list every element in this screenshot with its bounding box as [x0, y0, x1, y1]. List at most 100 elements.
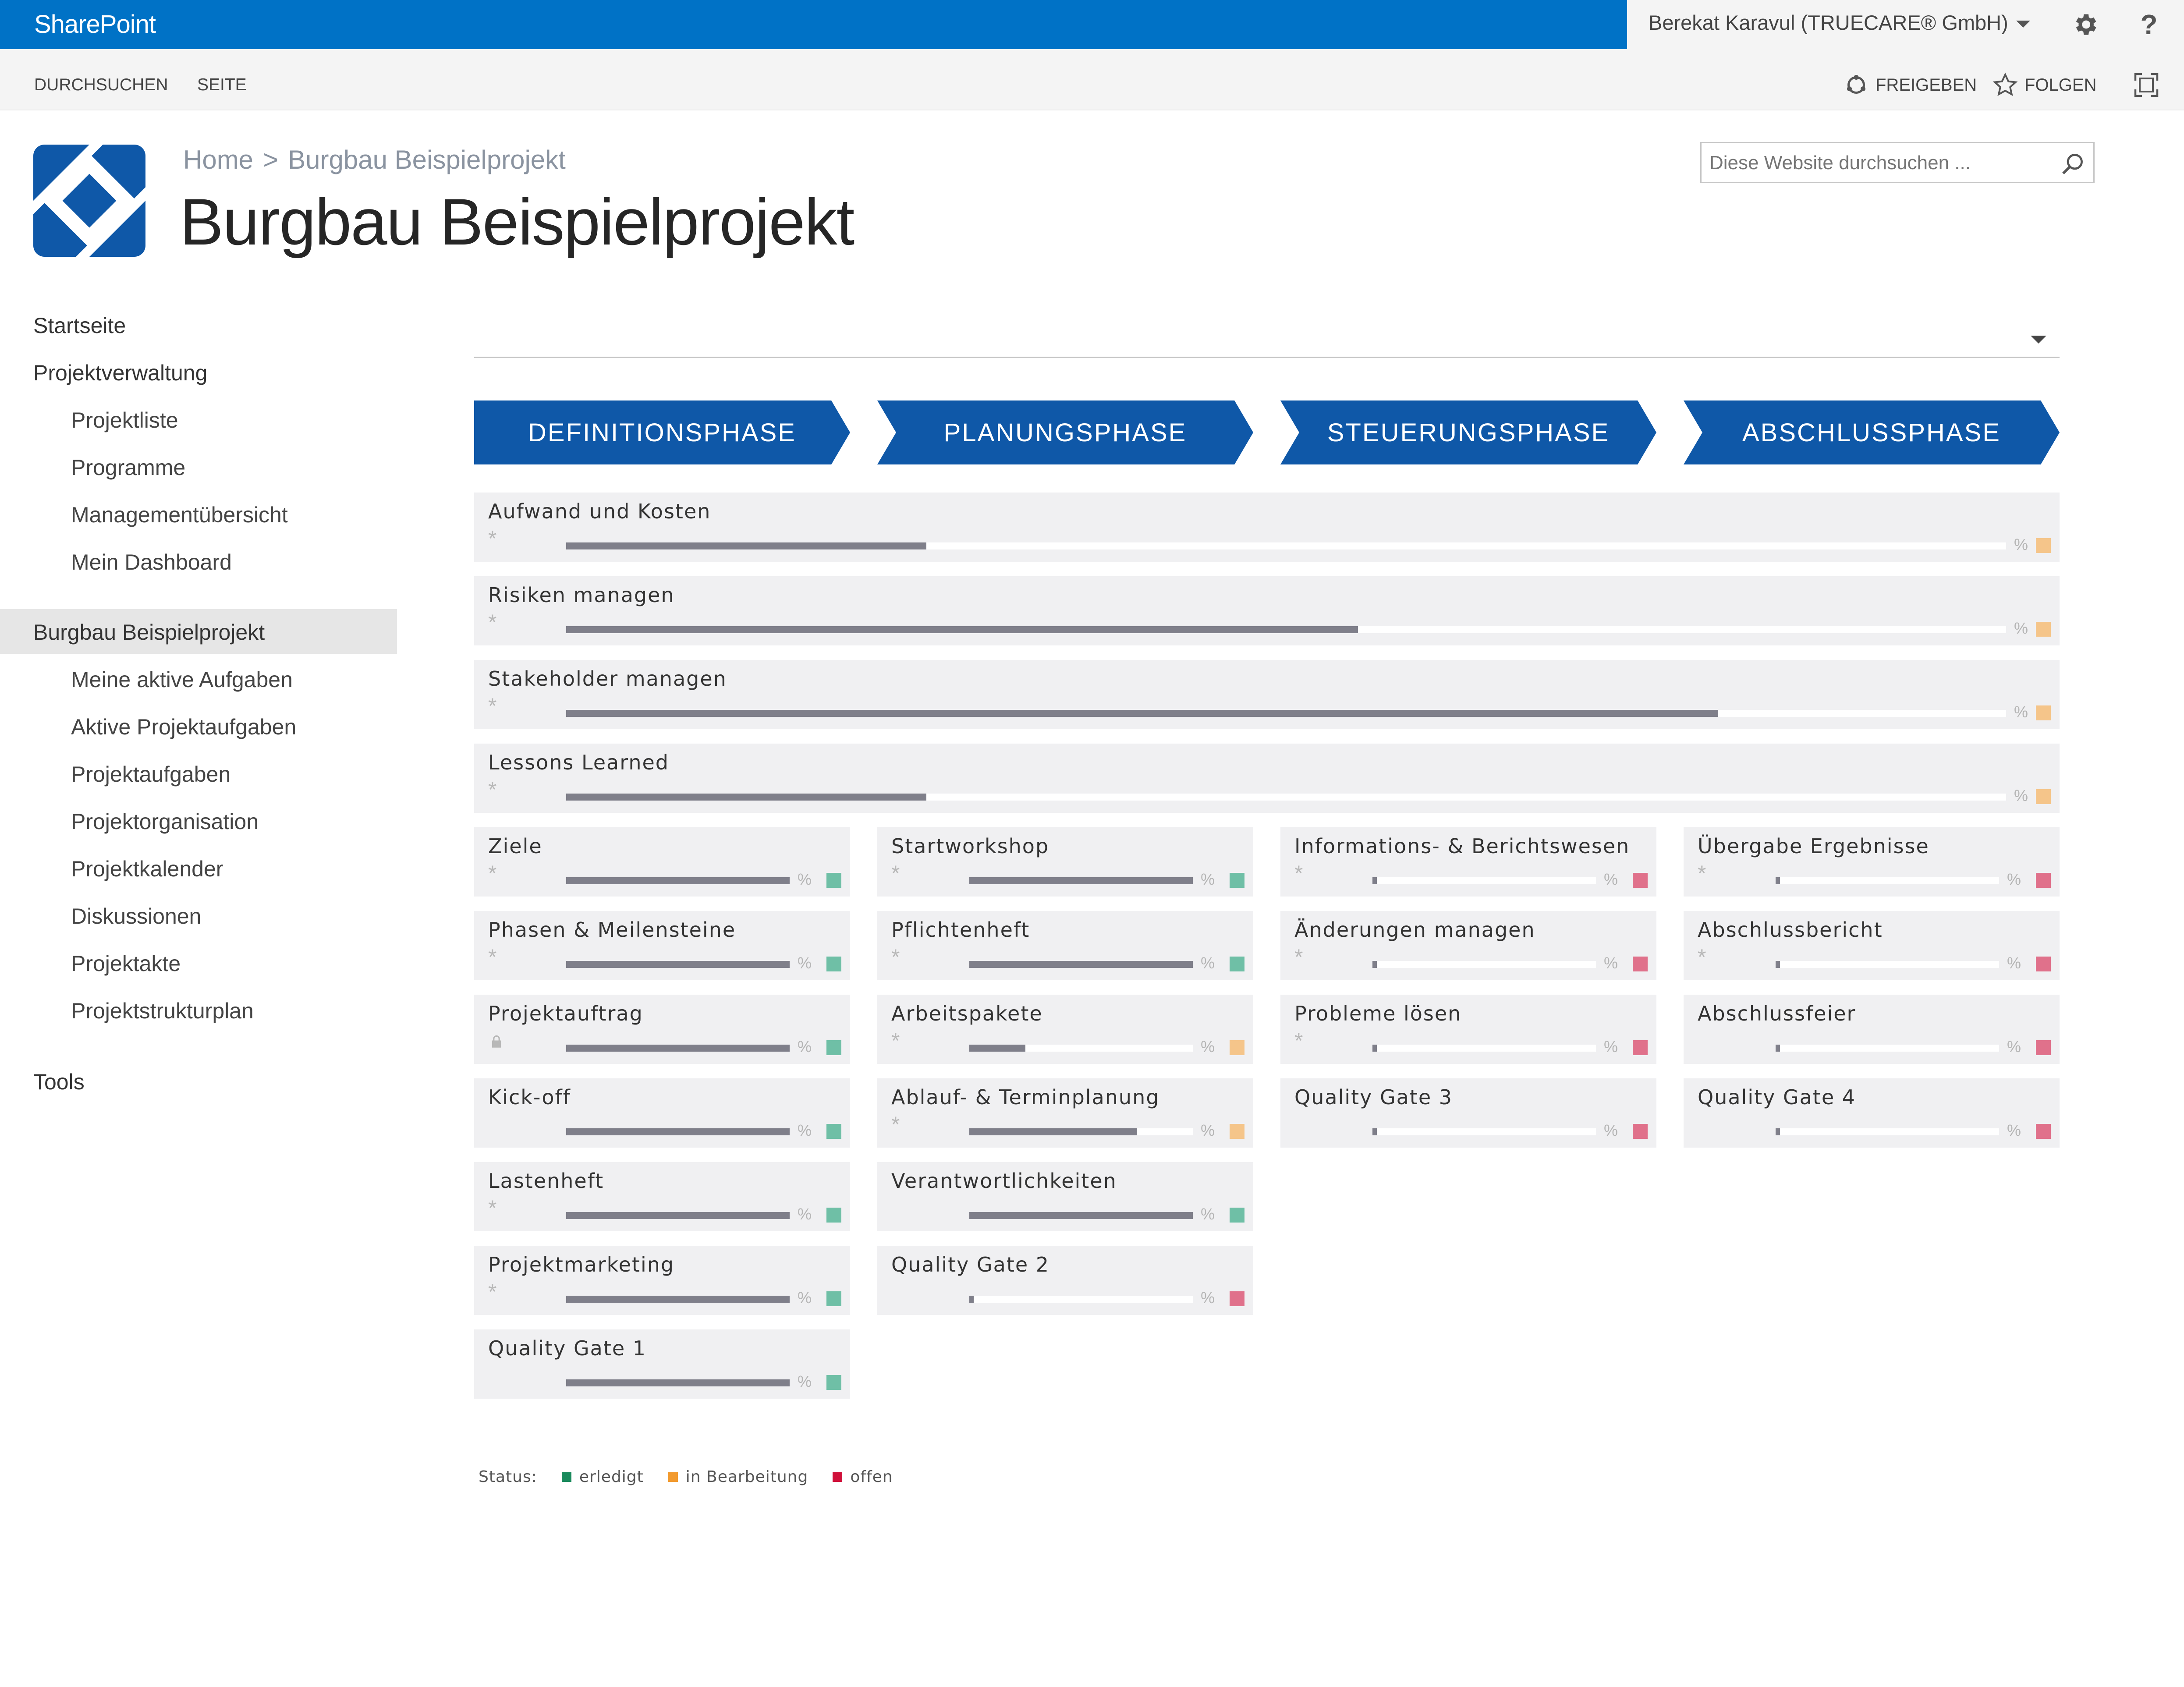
task-card[interactable]: Stakeholder managen *%: [474, 660, 2060, 729]
task-title[interactable]: Lastenheft: [488, 1169, 604, 1193]
chevron-down-icon[interactable]: [2031, 336, 2046, 344]
nav-item[interactable]: Managementübersicht: [71, 502, 288, 528]
task-title[interactable]: Abschlussfeier: [1698, 1002, 1856, 1025]
follow-button[interactable]: FOLGEN: [1992, 72, 2096, 98]
task-title[interactable]: Risiken managen: [488, 583, 675, 607]
task-title[interactable]: Pflichtenheft: [891, 918, 1030, 942]
breadcrumb-home[interactable]: Home: [183, 145, 253, 175]
nav-item[interactable]: Projektaufgaben: [71, 762, 230, 787]
task-card[interactable]: Kick-off%: [474, 1078, 850, 1148]
nav-item[interactable]: Diskussionen: [71, 904, 201, 929]
task-card[interactable]: Startworkshop *%: [877, 827, 1253, 897]
task-title[interactable]: Ablauf- & Terminplanung: [891, 1085, 1159, 1109]
gear-icon[interactable]: [2068, 8, 2102, 41]
app-launcher-brand[interactable]: SharePoint: [0, 0, 1627, 49]
task-card[interactable]: Ablauf- & Terminplanung *%: [877, 1078, 1253, 1148]
task-card[interactable]: Quality Gate 2%: [877, 1246, 1253, 1315]
task-card[interactable]: Verantwortlichkeiten%: [877, 1162, 1253, 1231]
task-title[interactable]: Startworkshop: [891, 834, 1049, 858]
task-title[interactable]: Projektmarketing: [488, 1253, 674, 1276]
status-badge: [826, 957, 841, 971]
site-logo[interactable]: [33, 145, 145, 257]
nav-item[interactable]: Meine aktive Aufgaben: [71, 667, 293, 692]
status-badge: [2036, 1040, 2051, 1055]
task-title[interactable]: Phasen & Meilensteine: [488, 918, 736, 942]
task-title[interactable]: Lessons Learned: [488, 751, 669, 774]
asterisk-icon: *: [488, 1196, 497, 1220]
task-card[interactable]: Pflichtenheft *%: [877, 911, 1253, 980]
task-title[interactable]: Quality Gate 4: [1698, 1085, 1856, 1109]
percent-label: %: [1604, 870, 1618, 888]
search-icon[interactable]: [2060, 151, 2085, 177]
task-card[interactable]: Informations- & Berichtswesen *%: [1280, 827, 1656, 897]
task-card[interactable]: Lastenheft *%: [474, 1162, 850, 1231]
nav-item[interactable]: Projektstrukturplan: [71, 998, 254, 1024]
task-title[interactable]: Quality Gate 1: [488, 1336, 646, 1360]
nav-item[interactable]: Projektkalender: [71, 856, 223, 882]
task-title[interactable]: Aufwand und Kosten: [488, 500, 711, 523]
task-title[interactable]: Abschlussbericht: [1698, 918, 1883, 942]
phase-control[interactable]: STEUERUNGSPHASE: [1280, 400, 1656, 464]
task-card[interactable]: Quality Gate 4%: [1684, 1078, 2060, 1148]
task-title[interactable]: Probleme lösen: [1294, 1002, 1461, 1025]
task-card[interactable]: Aufwand und Kosten *%: [474, 493, 2060, 562]
task-card[interactable]: Quality Gate 3%: [1280, 1078, 1656, 1148]
breadcrumb-current[interactable]: Burgbau Beispielprojekt: [288, 145, 566, 175]
task-card[interactable]: Arbeitspakete *%: [877, 995, 1253, 1064]
task-title[interactable]: Kick-off: [488, 1085, 571, 1109]
task-card[interactable]: Phasen & Meilensteine *%: [474, 911, 850, 980]
share-button[interactable]: FREIGEBEN: [1843, 72, 1977, 98]
task-title[interactable]: Ziele: [488, 834, 542, 858]
user-menu[interactable]: Berekat Karavul (TRUECARE® GmbH): [1649, 11, 2030, 35]
task-card[interactable]: Projektmarketing *%: [474, 1246, 850, 1315]
nav-item[interactable]: Projektverwaltung: [33, 360, 207, 386]
nav-item[interactable]: Burgbau Beispielprojekt: [33, 620, 265, 645]
nav-item[interactable]: Mein Dashboard: [71, 549, 232, 575]
nav-item[interactable]: Projektakte: [71, 951, 181, 976]
task-card[interactable]: Lessons Learned *%: [474, 744, 2060, 813]
progress-fill: [1776, 877, 1780, 884]
nav-item[interactable]: Startseite: [33, 313, 126, 338]
progress-fill: [1776, 1128, 1780, 1135]
task-title[interactable]: Übergabe Ergebnisse: [1698, 834, 1929, 858]
phase-definition[interactable]: DEFINITIONSPHASE: [474, 400, 850, 464]
nav-item[interactable]: Projektorganisation: [71, 809, 259, 834]
view-selector[interactable]: [474, 357, 2060, 358]
nav-item[interactable]: Tools: [33, 1069, 85, 1095]
task-title[interactable]: Änderungen managen: [1294, 918, 1535, 942]
task-card[interactable]: Änderungen managen *%: [1280, 911, 1656, 980]
focus-mode-button[interactable]: [2133, 72, 2159, 98]
task-card[interactable]: Projektauftrag%: [474, 995, 850, 1064]
task-title[interactable]: Projektauftrag: [488, 1002, 643, 1025]
task-title[interactable]: Informations- & Berichtswesen: [1294, 834, 1630, 858]
task-card[interactable]: Quality Gate 1%: [474, 1329, 850, 1399]
help-icon[interactable]: ?: [2132, 8, 2166, 41]
task-title[interactable]: Verantwortlichkeiten: [891, 1169, 1117, 1193]
task-title[interactable]: Quality Gate 2: [891, 1253, 1049, 1276]
progress-fill: [1776, 961, 1780, 968]
task-card[interactable]: Abschlussbericht *%: [1684, 911, 2060, 980]
nav-item[interactable]: Programme: [71, 455, 185, 480]
search-input[interactable]: [1709, 149, 2051, 177]
task-card[interactable]: Probleme lösen *%: [1280, 995, 1656, 1064]
phase-planning[interactable]: PLANUNGSPHASE: [877, 400, 1253, 464]
status-badge: [2036, 705, 2051, 720]
task-title[interactable]: Quality Gate 3: [1294, 1085, 1453, 1109]
tab-durchsuchen[interactable]: DURCHSUCHEN: [34, 75, 168, 95]
nav-item[interactable]: Aktive Projektaufgaben: [71, 714, 296, 740]
ribbon: DURCHSUCHEN SEITE FREIGEBEN FOLGEN: [0, 49, 2184, 110]
tab-seite[interactable]: SEITE: [197, 75, 247, 95]
task-card[interactable]: Abschlussfeier%: [1684, 995, 2060, 1064]
progress-bar: [566, 542, 2006, 549]
task-title[interactable]: Stakeholder managen: [488, 667, 727, 691]
status-badge: [2036, 957, 2051, 971]
phase-closing[interactable]: ABSCHLUSSPHASE: [1684, 400, 2060, 464]
task-title[interactable]: Arbeitspakete: [891, 1002, 1043, 1025]
percent-label: %: [798, 1121, 812, 1139]
progress-fill: [566, 1379, 790, 1386]
task-card[interactable]: Ziele *%: [474, 827, 850, 897]
task-card[interactable]: Risiken managen *%: [474, 576, 2060, 645]
task-card[interactable]: Übergabe Ergebnisse *%: [1684, 827, 2060, 897]
progress-bar: [1372, 961, 1596, 968]
nav-item[interactable]: Projektliste: [71, 408, 178, 433]
